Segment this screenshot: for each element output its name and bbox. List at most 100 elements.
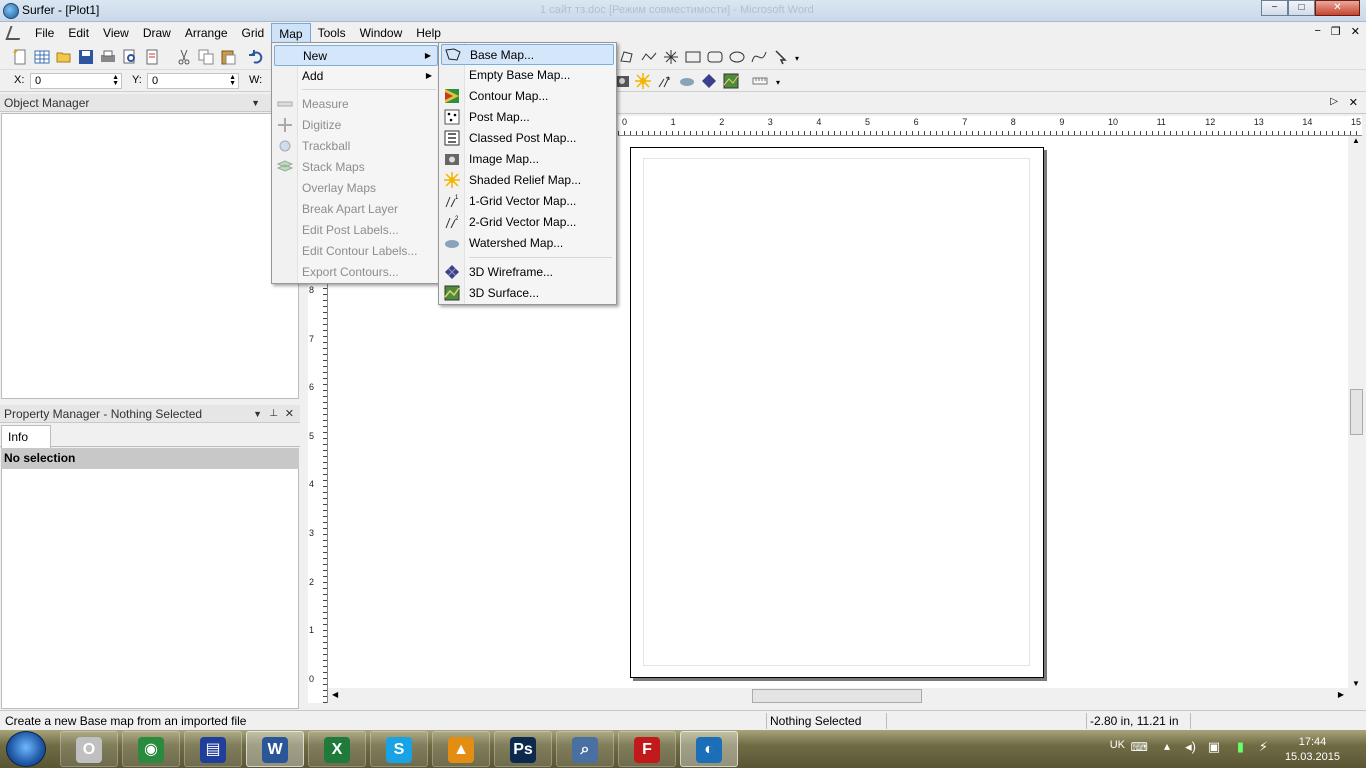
taskbar-search-tool-button[interactable]: ⌕: [556, 731, 614, 767]
map-menu-stack-maps[interactable]: Stack Maps: [274, 157, 438, 178]
object-manager-tree[interactable]: [1, 113, 299, 399]
draw-rounded-rectangle-icon[interactable]: [707, 49, 723, 65]
new-base-map[interactable]: Base Map...: [441, 44, 614, 65]
vertical-scrollbar[interactable]: ▲ ▼: [1348, 136, 1366, 688]
taskbar-excel-button[interactable]: X: [308, 731, 366, 767]
new-3d-surface[interactable]: 3D Surface...: [441, 283, 614, 304]
start-button[interactable]: [6, 731, 46, 767]
map-menu-edit-post-labels[interactable]: Edit Post Labels...: [274, 220, 438, 241]
page-setup-icon[interactable]: [144, 49, 160, 65]
draw-polyline-icon[interactable]: [641, 49, 657, 65]
map-menu-overlay-maps[interactable]: Overlay Maps: [274, 178, 438, 199]
property-manager-dropdown-icon[interactable]: ▼: [253, 405, 262, 423]
keyboard-icon[interactable]: ⌨: [1131, 740, 1148, 754]
show-hidden-icons-icon[interactable]: ▴: [1164, 739, 1170, 753]
taskbar-filezilla-button[interactable]: F: [618, 731, 676, 767]
menu-arrange[interactable]: Arrange: [178, 23, 235, 43]
print-preview-icon[interactable]: [122, 49, 138, 65]
taskbar-aimp-button[interactable]: ▲: [432, 731, 490, 767]
volume-icon[interactable]: ◂): [1185, 739, 1196, 755]
toolbar-overflow-icon[interactable]: ▾: [795, 54, 799, 63]
taskbar-save-disk-button[interactable]: ▤: [184, 731, 242, 767]
menu-draw[interactable]: Draw: [136, 23, 178, 43]
new-3d-wireframe[interactable]: 3D Wireframe...: [441, 262, 614, 283]
surface-toolbar-icon[interactable]: [723, 73, 739, 89]
vector-map-toolbar-icon[interactable]: [657, 73, 673, 89]
new-shaded-relief-map[interactable]: Shaded Relief Map...: [441, 170, 614, 191]
x-field[interactable]: 0 ▲ ▼: [30, 73, 122, 89]
x-spinner-icon[interactable]: ▲ ▼: [112, 74, 119, 87]
map-menu-export-contours[interactable]: Export Contours...: [274, 262, 438, 283]
map-menu-trackball[interactable]: Trackball: [274, 136, 438, 157]
new-watershed-map[interactable]: Watershed Map...: [441, 233, 614, 254]
mdi-close-button[interactable]: ✕: [1351, 25, 1360, 38]
toolbar2-overflow-icon[interactable]: ▾: [776, 78, 780, 87]
property-grid[interactable]: [1, 469, 299, 709]
new-post-map[interactable]: Post Map...: [441, 107, 614, 128]
new-1-grid-vector-map[interactable]: 1 1-Grid Vector Map...: [441, 191, 614, 212]
undo-icon[interactable]: [248, 49, 264, 65]
y-field[interactable]: 0 ▲ ▼: [147, 73, 239, 89]
map-menu-add[interactable]: Add ▶: [274, 66, 438, 87]
new-2-grid-vector-map[interactable]: 2 2-Grid Vector Map...: [441, 212, 614, 233]
plot-expand-icon[interactable]: ▷: [1330, 96, 1338, 107]
print-icon[interactable]: [100, 49, 116, 65]
menu-grid[interactable]: Grid: [235, 23, 272, 43]
taskbar-chrome-button[interactable]: ◉: [122, 731, 180, 767]
battery-icon[interactable]: ▮: [1237, 739, 1244, 755]
paste-icon[interactable]: [220, 49, 236, 65]
copy-icon[interactable]: [198, 49, 214, 65]
surfer-app-icon[interactable]: [3, 3, 19, 19]
taskbar-photoshop-button[interactable]: Ps: [494, 731, 552, 767]
scroll-right-icon[interactable]: ▶: [1338, 690, 1344, 699]
menu-edit[interactable]: Edit: [61, 23, 96, 43]
object-manager-dropdown-icon[interactable]: ▼: [251, 94, 260, 112]
ruler-toolbar-icon[interactable]: [752, 73, 768, 89]
draw-rectangle-icon[interactable]: [685, 49, 701, 65]
y-spinner-icon[interactable]: ▲ ▼: [229, 74, 236, 87]
new-contour-map[interactable]: Contour Map...: [441, 86, 614, 107]
scroll-left-icon[interactable]: ◀: [332, 690, 338, 699]
property-manager-close-icon[interactable]: ✕: [285, 405, 294, 423]
scroll-up-icon[interactable]: ▲: [1352, 136, 1360, 145]
new-image-map[interactable]: Image Map...: [441, 149, 614, 170]
menu-tools[interactable]: Tools: [311, 23, 353, 43]
menu-file[interactable]: File: [28, 23, 61, 43]
document-icon[interactable]: [0, 22, 28, 44]
watershed-toolbar-icon[interactable]: [679, 73, 695, 89]
map-menu-digitize[interactable]: Digitize: [274, 115, 438, 136]
new-classed-post-map[interactable]: Classed Post Map...: [441, 128, 614, 149]
mdi-minimize-button[interactable]: −: [1314, 25, 1320, 38]
draw-ellipse-icon[interactable]: [729, 49, 745, 65]
power-icon[interactable]: ⚡: [1259, 739, 1268, 755]
taskbar-skype-button[interactable]: S: [370, 731, 428, 767]
map-menu-measure[interactable]: Measure: [274, 94, 438, 115]
map-menu-break-apart[interactable]: Break Apart Layer: [274, 199, 438, 220]
pin-icon[interactable]: ⊥: [269, 405, 278, 423]
taskbar-opera-button[interactable]: O: [60, 731, 118, 767]
menu-window[interactable]: Window: [353, 23, 410, 43]
horizontal-scrollbar[interactable]: ◀ ▶: [328, 688, 1348, 705]
close-button[interactable]: ✕: [1315, 0, 1360, 16]
vertical-scroll-thumb[interactable]: [1350, 389, 1363, 435]
map-menu-edit-contour-labels[interactable]: Edit Contour Labels...: [274, 241, 438, 262]
network-icon[interactable]: ▣: [1208, 739, 1220, 755]
map-menu-new[interactable]: New ▶: [274, 45, 438, 66]
maximize-button[interactable]: □: [1288, 0, 1315, 16]
new-empty-base-map[interactable]: Empty Base Map...: [441, 65, 614, 86]
tab-info[interactable]: Info: [1, 425, 51, 448]
scroll-down-icon[interactable]: ▼: [1352, 679, 1360, 688]
draw-symbol-icon[interactable]: [663, 49, 679, 65]
new-worksheet-icon[interactable]: [34, 49, 50, 65]
wireframe-toolbar-icon[interactable]: [701, 73, 717, 89]
shaded-relief-toolbar-icon[interactable]: [635, 73, 651, 89]
language-indicator[interactable]: UK: [1110, 739, 1125, 751]
reshape-icon[interactable]: [773, 49, 789, 65]
open-folder-icon[interactable]: [56, 49, 72, 65]
new-document-icon[interactable]: [12, 49, 28, 65]
menu-map[interactable]: Map: [271, 23, 311, 43]
plot-close-icon[interactable]: ✕: [1349, 96, 1358, 109]
plot-page[interactable]: [630, 147, 1044, 678]
mdi-restore-button[interactable]: ❐: [1331, 25, 1341, 38]
horizontal-scroll-thumb[interactable]: [752, 689, 922, 703]
